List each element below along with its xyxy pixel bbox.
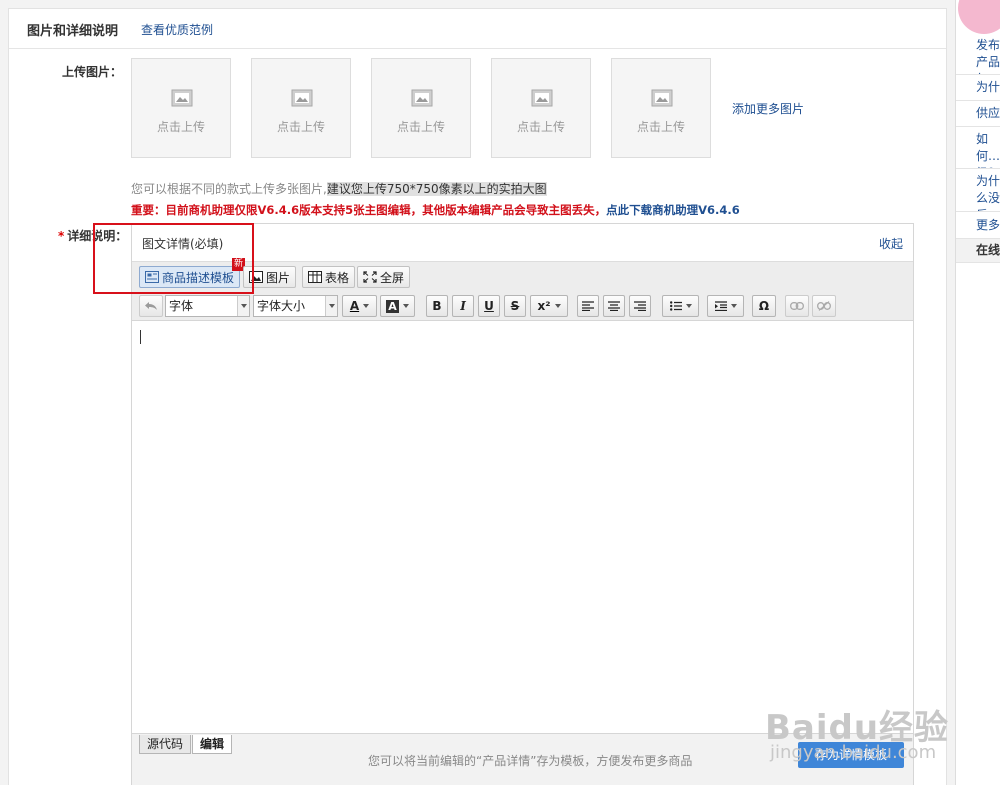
- online-service-item[interactable]: 在线…: [956, 239, 1000, 263]
- font-size-select[interactable]: 字体大小: [253, 295, 338, 317]
- required-mark: *: [58, 229, 65, 243]
- image-placeholder-icon: [411, 89, 433, 107]
- help-link-2[interactable]: 为什么…: [956, 75, 1000, 101]
- highlight-annotation-box: [93, 223, 254, 294]
- undo-icon: [145, 302, 157, 310]
- text-cursor: [140, 330, 141, 344]
- download-assistant-link[interactable]: 点此下载商机助理V6.4.6: [606, 203, 740, 217]
- table-icon: [308, 271, 322, 283]
- upload-slot-1[interactable]: 点击上传: [131, 58, 231, 158]
- align-center-icon: [608, 301, 620, 311]
- image-placeholder-icon: [531, 89, 553, 107]
- align-left-button[interactable]: [577, 295, 599, 317]
- insert-table-label: 表格: [325, 270, 350, 285]
- edit-mode-tab[interactable]: 编辑: [192, 735, 233, 754]
- align-right-button[interactable]: [629, 295, 651, 317]
- source-code-tab[interactable]: 源代码: [139, 735, 192, 754]
- strikethrough-button[interactable]: S: [504, 295, 526, 317]
- superscript-button[interactable]: x²: [530, 295, 568, 317]
- font-size-value: 字体大小: [257, 299, 306, 313]
- help-link-5[interactable]: 为什么没反…: [956, 169, 1000, 212]
- help-link-4[interactable]: 如何…级？: [956, 127, 1000, 169]
- underline-button[interactable]: U: [478, 295, 500, 317]
- upload-slot-label: 点击上传: [636, 120, 685, 134]
- image-placeholder-icon: [171, 89, 193, 107]
- image-placeholder-icon: [651, 89, 673, 107]
- bullet-list-icon: [669, 301, 682, 311]
- link-button[interactable]: [785, 295, 809, 317]
- upload-images-label: 上传图片：: [62, 65, 123, 79]
- decorative-badge-icon: [958, 0, 1000, 34]
- special-char-button[interactable]: Ω: [752, 295, 776, 317]
- collapse-link[interactable]: 收起: [879, 235, 903, 252]
- editor-toolbar-format: 字体 字体大小 A A B I U S x² Ω: [132, 291, 913, 321]
- chevron-down-icon: [685, 304, 692, 308]
- dropdown-arrow-icon: [237, 296, 249, 316]
- help-link-3[interactable]: 供应…: [956, 101, 1000, 127]
- dropdown-arrow-icon: [325, 296, 337, 316]
- undo-button[interactable]: [139, 295, 163, 317]
- fullscreen-label: 全屏: [380, 270, 405, 285]
- font-family-value: 字体: [169, 299, 194, 313]
- background-color-icon: A: [386, 299, 399, 313]
- upload-slot-2[interactable]: 点击上传: [251, 58, 351, 158]
- chevron-down-icon: [363, 304, 370, 308]
- upload-slot-label: 点击上传: [156, 120, 205, 134]
- indent-button[interactable]: [707, 295, 744, 317]
- upload-slot-5[interactable]: 点击上传: [611, 58, 711, 158]
- indent-icon: [714, 301, 727, 311]
- unlink-button[interactable]: [812, 295, 836, 317]
- bullet-list-button[interactable]: [662, 295, 699, 317]
- chevron-down-icon: [402, 304, 409, 308]
- view-examples-link[interactable]: 查看优质范例: [141, 21, 213, 38]
- font-family-select[interactable]: 字体: [165, 295, 250, 317]
- align-center-button[interactable]: [603, 295, 625, 317]
- help-link-1[interactable]: 发布产品怎么…: [956, 35, 1000, 75]
- chevron-down-icon: [554, 304, 561, 308]
- upload-slot-3[interactable]: 点击上传: [371, 58, 471, 158]
- unlink-icon: [817, 301, 831, 311]
- more-help-link[interactable]: 更多…: [956, 212, 1000, 239]
- image-placeholder-icon: [291, 89, 313, 107]
- font-color-icon: A: [349, 299, 360, 313]
- upload-slot-label: 点击上传: [276, 120, 325, 134]
- superscript-icon: x²: [537, 299, 551, 313]
- help-sidebar: 发布产品怎么… 为什么… 供应… 如何…级？ 为什么没反… 更多… 在线…: [955, 0, 1000, 785]
- section-title: 图片和详细说明: [27, 24, 119, 39]
- watermark-url: jingyan.baidu.com: [770, 742, 937, 763]
- align-right-icon: [634, 301, 646, 311]
- upload-slot-label: 点击上传: [396, 120, 445, 134]
- fullscreen-icon: [363, 271, 377, 283]
- italic-button[interactable]: I: [452, 295, 474, 317]
- upload-hint: 您可以根据不同的款式上传多张图片,建议您上传750*750像素以上的实拍大图: [131, 180, 547, 197]
- upload-hint-highlight: 建议您上传750*750像素以上的实拍大图: [326, 182, 547, 196]
- panel-header: 图片和详细说明 查看优质范例: [9, 9, 946, 49]
- save-template-tip: 您可以将当前编辑的“产品详情”存为模板，方便发布更多商品: [368, 754, 693, 768]
- insert-table-button[interactable]: 表格: [302, 266, 356, 288]
- insert-image-label: 图片: [266, 270, 291, 285]
- important-notice-text: 重要：目前商机助理仅限V6.4.6版本支持5张主图编辑，其他版本编辑产品会导致主…: [131, 203, 607, 217]
- add-more-images-link[interactable]: 添加更多图片: [732, 100, 804, 117]
- fullscreen-button[interactable]: 全屏: [357, 266, 411, 288]
- important-notice: 重要：目前商机助理仅限V6.4.6版本支持5张主图编辑，其他版本编辑产品会导致主…: [131, 202, 740, 218]
- background-color-button[interactable]: A: [380, 295, 415, 317]
- editor-content-area[interactable]: [132, 321, 913, 733]
- chevron-down-icon: [730, 304, 737, 308]
- upload-slot-4[interactable]: 点击上传: [491, 58, 591, 158]
- upload-hint-text: 您可以根据不同的款式上传多张图片,: [131, 182, 327, 196]
- align-left-icon: [582, 301, 594, 311]
- upload-slot-label: 点击上传: [516, 120, 565, 134]
- link-icon: [790, 302, 804, 310]
- bold-button[interactable]: B: [426, 295, 448, 317]
- font-color-button[interactable]: A: [342, 295, 377, 317]
